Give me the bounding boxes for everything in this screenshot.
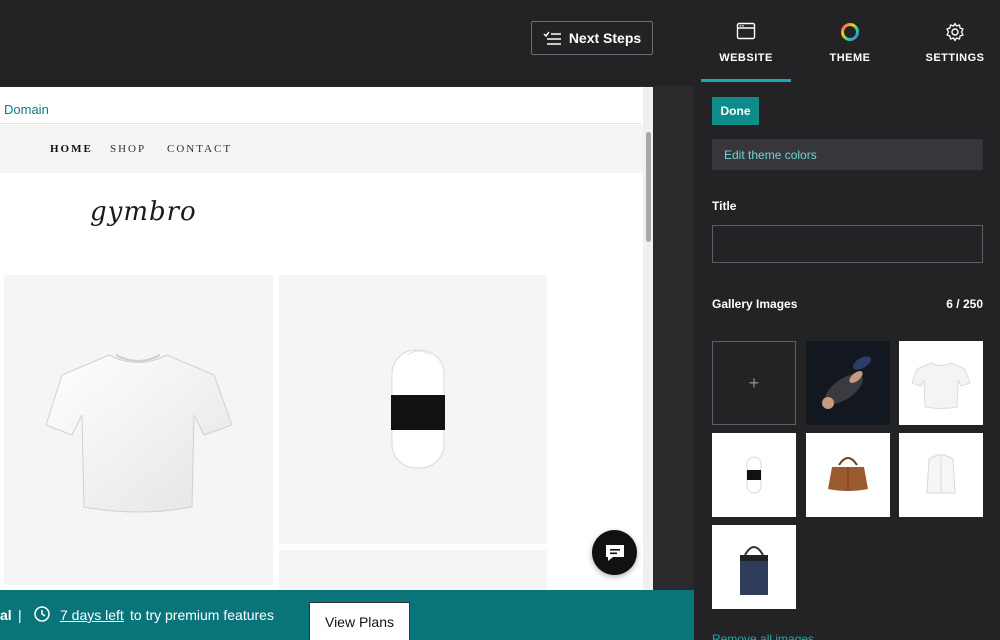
editor-topbar: Next Steps — [0, 0, 694, 86]
days-left-link[interactable]: 7 days left — [60, 607, 124, 623]
done-button[interactable]: Done — [712, 97, 759, 125]
bag-thumb-image — [828, 457, 868, 491]
gallery-thumb-shirt[interactable] — [899, 433, 983, 517]
tshirt-image — [45, 354, 233, 513]
next-steps-label: Next Steps — [568, 30, 642, 46]
sock-image — [391, 349, 445, 469]
clock-icon — [34, 606, 50, 622]
shirt-thumb-image — [926, 454, 956, 494]
site-preview: Domain HOME SHOP CONTACT gymbro — [0, 87, 653, 640]
product-image-sock[interactable] — [279, 275, 547, 544]
browser-window-icon — [736, 22, 756, 40]
editor-area: Next Steps Domain HOME SHOP CONTACT gymb… — [0, 0, 694, 640]
remove-all-images-link[interactable]: Remove all images — [712, 632, 814, 640]
tab-website-label: WEBSITE — [719, 52, 773, 64]
view-plans-button[interactable]: View Plans — [309, 602, 410, 640]
gallery-thumb-sock[interactable] — [712, 433, 796, 517]
right-panel: WEBSITE THEME SETTINGS Done Edit theme c… — [694, 0, 1000, 640]
tab-theme-label: THEME — [829, 52, 871, 64]
next-steps-button[interactable]: Next Steps — [531, 21, 653, 55]
athlete-photo — [806, 341, 890, 425]
edit-theme-colors-button[interactable]: Edit theme colors — [712, 139, 983, 170]
preview-scrollbar-thumb[interactable] — [646, 132, 651, 242]
tab-settings[interactable]: SETTINGS — [910, 0, 1000, 82]
chat-icon — [605, 544, 624, 561]
trial-separator: | — [18, 607, 22, 623]
panel-tabs: WEBSITE THEME SETTINGS — [694, 0, 1000, 82]
sock-thumb-image — [746, 456, 762, 494]
tshirt-thumb-image — [911, 362, 971, 409]
site-logo[interactable]: gymbro — [90, 197, 197, 227]
tote-thumb-image — [740, 546, 768, 595]
tab-settings-label: SETTINGS — [925, 52, 985, 64]
product-image-tshirt[interactable] — [4, 275, 273, 585]
nav-home-link[interactable]: HOME — [50, 143, 93, 155]
trial-banner: al | 7 days left to try premium features… — [0, 590, 694, 640]
nav-contact-link[interactable]: CONTACT — [167, 143, 232, 155]
title-input[interactable] — [712, 225, 983, 263]
gallery-images-label: Gallery Images — [712, 297, 798, 311]
checklist-icon — [543, 31, 561, 45]
gallery-thumb-tshirt[interactable] — [899, 341, 983, 425]
nav-shop-link[interactable]: SHOP — [110, 143, 146, 155]
domain-bar: Domain — [0, 87, 641, 124]
plus-icon: + — [748, 372, 760, 393]
trial-prefix: al — [0, 607, 12, 623]
gallery-thumb-tote[interactable] — [712, 525, 796, 609]
site-nav: HOME SHOP CONTACT — [0, 125, 643, 173]
trial-text: to try premium features — [130, 607, 274, 623]
gear-icon — [946, 22, 964, 42]
title-label: Title — [712, 199, 737, 213]
tab-website[interactable]: WEBSITE — [701, 0, 791, 82]
tab-theme[interactable]: THEME — [805, 0, 895, 82]
gallery-thumb-bag[interactable] — [806, 433, 890, 517]
gallery-thumb-athlete[interactable] — [806, 341, 890, 425]
color-wheel-icon — [841, 23, 859, 41]
domain-link[interactable]: Domain — [4, 102, 49, 117]
gallery-count: 6 / 250 — [946, 297, 983, 311]
add-image-button[interactable]: + — [712, 341, 796, 425]
chat-button[interactable] — [592, 530, 637, 575]
